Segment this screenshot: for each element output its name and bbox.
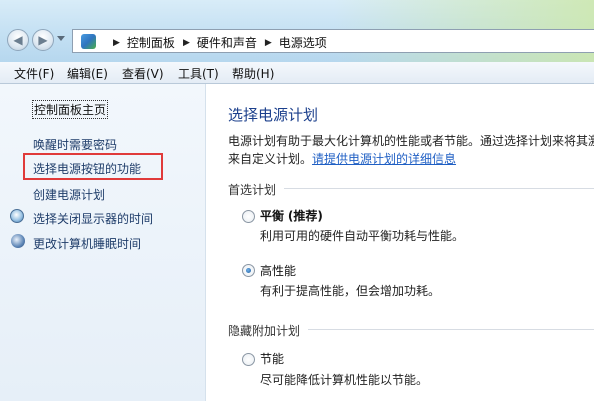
- radio-balanced[interactable]: [242, 210, 255, 223]
- description-text: 来自定义计划。: [228, 152, 313, 166]
- breadcrumb-hardware-sound[interactable]: 硬件和声音: [197, 34, 257, 51]
- menu-view[interactable]: 查看(V): [122, 65, 164, 82]
- plan-balanced-name[interactable]: 平衡 (推荐): [260, 207, 323, 224]
- breadcrumb-power-options[interactable]: 电源选项: [279, 34, 327, 51]
- hidden-plans-heading[interactable]: 隐藏附加计划: [228, 322, 300, 339]
- page-title: 选择电源计划: [228, 106, 319, 124]
- plan-balanced-label: 平衡: [260, 209, 285, 223]
- breadcrumb-control-panel[interactable]: 控制面板: [127, 34, 175, 51]
- forward-arrow-icon: ▶: [38, 33, 48, 47]
- address-bar[interactable]: ▶ 控制面板 ▶ 硬件和声音 ▶ 电源选项: [72, 29, 594, 53]
- menu-bar: 文件(F) 编辑(E) 查看(V) 工具(T) 帮助(H): [0, 62, 594, 84]
- sidebar-home-link[interactable]: 控制面板主页: [32, 100, 109, 119]
- breadcrumb-separator[interactable]: ▶: [265, 38, 272, 48]
- breadcrumb: ▶ 控制面板 ▶ 硬件和声音 ▶ 电源选项: [105, 34, 327, 51]
- sidebar-link-wake-password[interactable]: 唤醒时需要密码: [33, 136, 117, 153]
- sidebar-link-sleep-time[interactable]: 更改计算机睡眠时间: [33, 235, 141, 252]
- sidebar-link-display-off[interactable]: 选择关闭显示器的时间: [33, 210, 153, 227]
- plan-details-link[interactable]: 请提供电源计划的详细信息: [312, 152, 456, 166]
- radio-high-performance[interactable]: [242, 264, 255, 277]
- plan-high-performance-name[interactable]: 高性能: [260, 262, 296, 279]
- menu-edit[interactable]: 编辑(E): [67, 65, 108, 82]
- menu-file[interactable]: 文件(F): [14, 65, 54, 82]
- forward-button[interactable]: ▶: [32, 29, 54, 51]
- back-arrow-icon: ◀: [13, 33, 23, 47]
- plan-balanced-tag: (推荐): [287, 209, 323, 223]
- plan-power-saver-description: 尽可能降低计算机性能以节能。: [260, 373, 429, 387]
- page-description: 电源计划有助于最大化计算机的性能或者节能。通过选择计划来将其激 来自定义计划。请…: [228, 132, 594, 168]
- radio-power-saver[interactable]: [242, 353, 255, 366]
- section-divider: [284, 188, 594, 189]
- sidebar-link-create-plan[interactable]: 创建电源计划: [33, 186, 105, 203]
- menu-tools[interactable]: 工具(T): [178, 65, 219, 82]
- plan-balanced-description: 利用可用的硬件自动平衡功耗与性能。: [260, 229, 465, 243]
- clock-icon: [10, 209, 24, 223]
- control-panel-icon: [81, 34, 96, 49]
- menu-help[interactable]: 帮助(H): [232, 65, 274, 82]
- plan-high-performance-description: 有利于提高性能，但会增加功耗。: [260, 284, 441, 298]
- history-dropdown-icon[interactable]: [57, 36, 65, 41]
- description-line-1: 电源计划有助于最大化计算机的性能或者节能。通过选择计划来将其激: [228, 134, 594, 148]
- preferred-plans-heading: 首选计划: [228, 183, 277, 197]
- window-titlebar: ◀ ▶ ▶ 控制面板 ▶ 硬件和声音 ▶ 电源选项: [0, 0, 594, 62]
- plan-power-saver-name[interactable]: 节能: [260, 350, 284, 367]
- sidebar-link-power-buttons[interactable]: 选择电源按钮的功能: [33, 160, 141, 177]
- breadcrumb-separator[interactable]: ▶: [183, 38, 190, 48]
- section-divider: [308, 329, 594, 330]
- moon-icon: [11, 234, 25, 248]
- breadcrumb-separator[interactable]: ▶: [113, 38, 120, 48]
- description-line-2: 来自定义计划。请提供电源计划的详细信息: [228, 150, 594, 168]
- back-button[interactable]: ◀: [7, 29, 29, 51]
